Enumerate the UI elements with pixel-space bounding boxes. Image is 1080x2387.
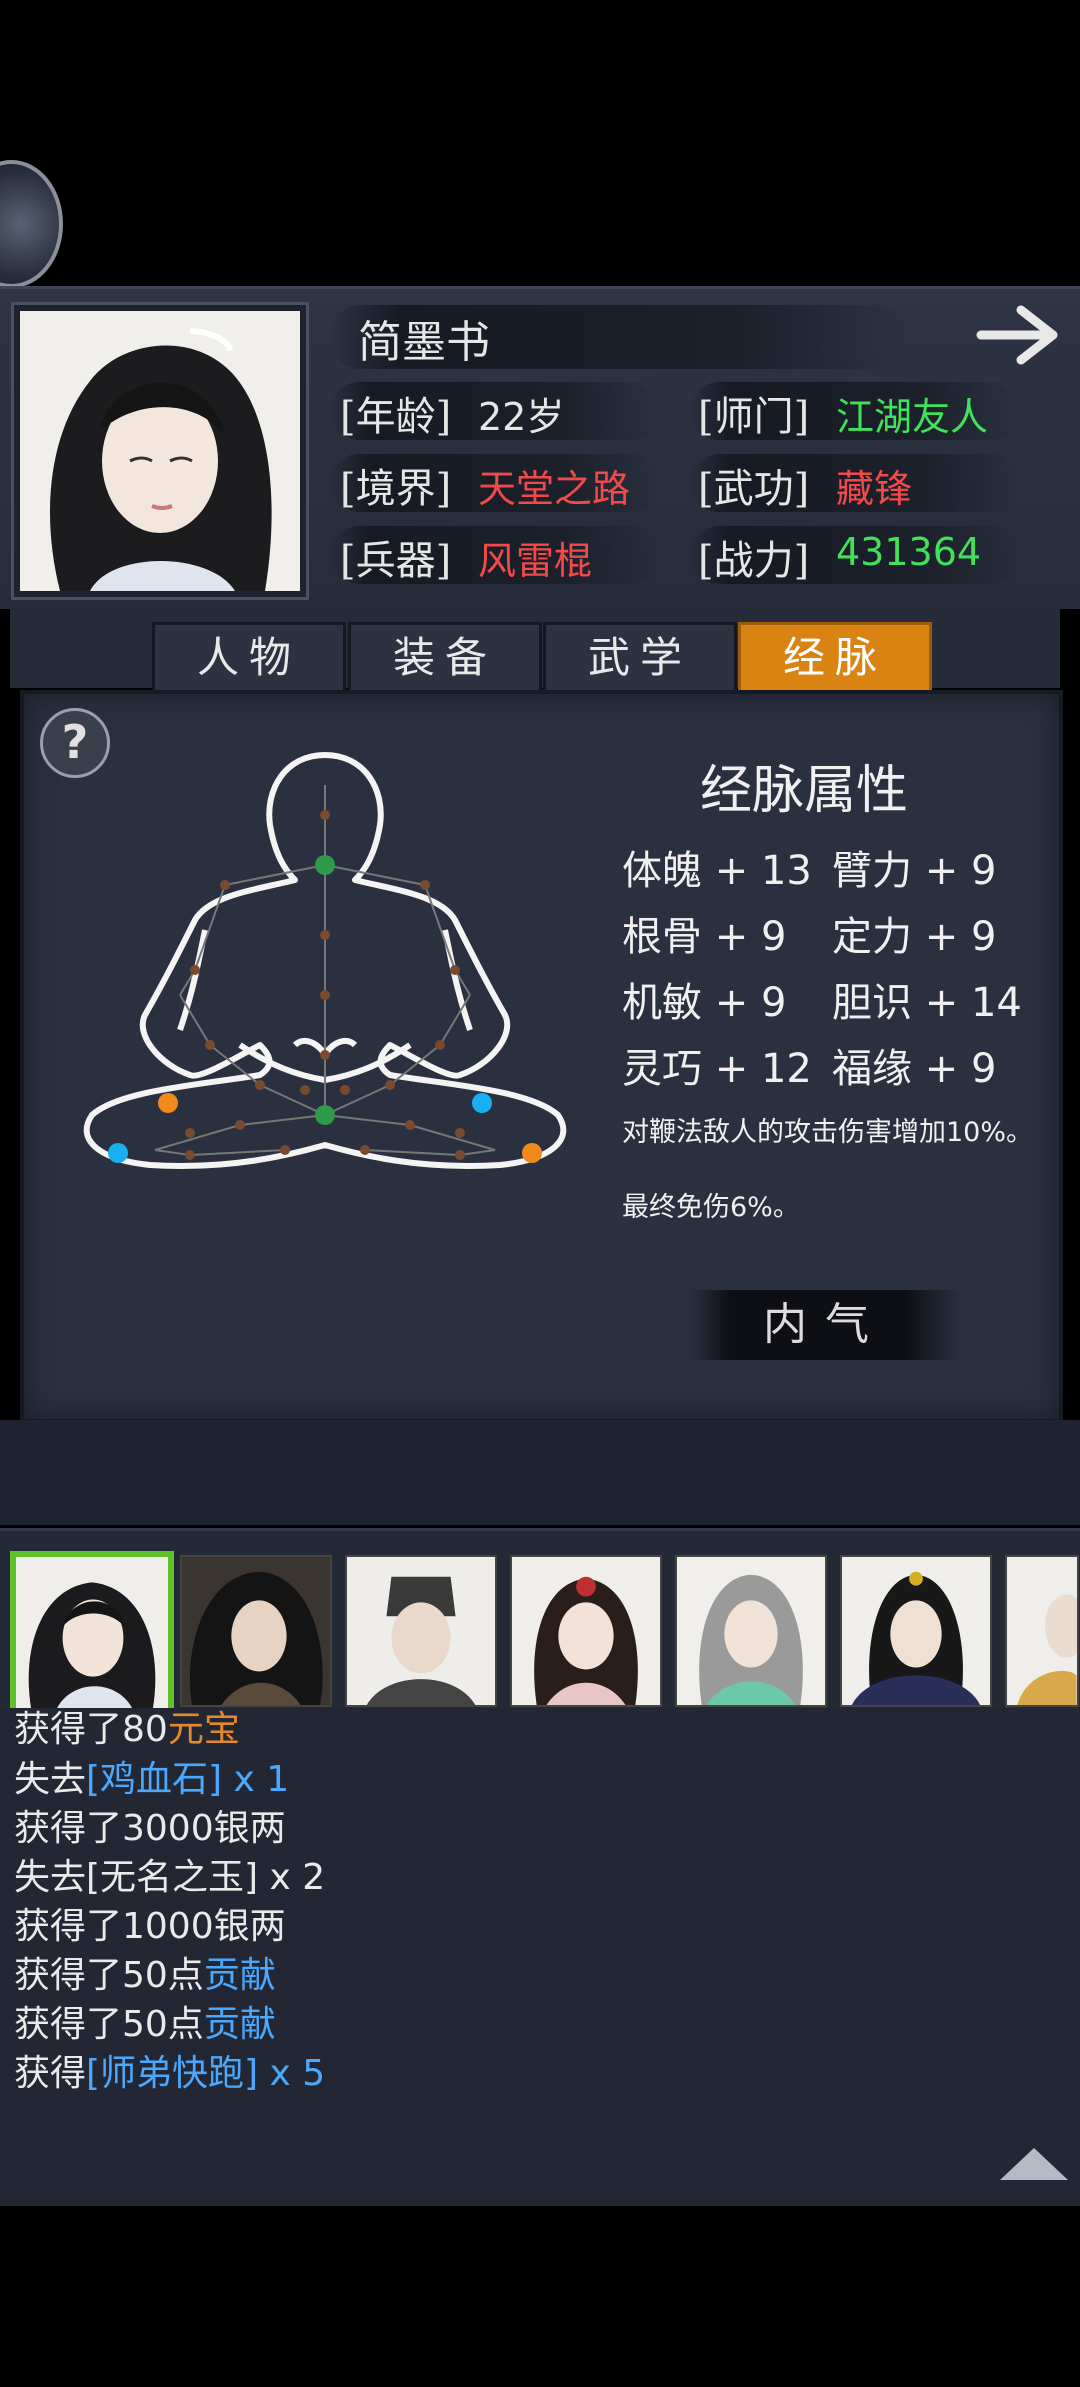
roster-avatar[interactable] xyxy=(675,1555,827,1707)
character-name: 简墨书 xyxy=(358,317,490,368)
roster-avatar[interactable] xyxy=(180,1555,332,1707)
inner-energy-button[interactable]: 内气 xyxy=(690,1290,960,1360)
attr-courage: 胆识 + 14 xyxy=(832,980,1022,1026)
roster-avatar[interactable] xyxy=(345,1555,497,1707)
meridian-attributes-title: 经脉属性 xyxy=(700,761,909,821)
attr-agility: 机敏 + 9 xyxy=(622,980,787,1026)
weapon-value: 风雷棍 xyxy=(478,539,593,583)
attr-fortune: 福缘 + 9 xyxy=(832,1046,997,1092)
tab-martial-arts[interactable]: 武学 xyxy=(543,622,737,694)
tab-character[interactable]: 人物 xyxy=(152,622,346,694)
attr-composure: 定力 + 9 xyxy=(832,914,997,960)
tab-equipment[interactable]: 装备 xyxy=(348,622,542,694)
meridian-figure xyxy=(80,745,580,1355)
log-entry: 获得了3000银两 xyxy=(14,1808,286,1849)
power-label: [战力] xyxy=(698,538,810,584)
log-entry: 获得了50点贡献 xyxy=(14,1955,276,1996)
log-entry: 获得了80元宝 xyxy=(14,1709,240,1750)
roster-avatar[interactable] xyxy=(1005,1555,1079,1707)
school-label: [师门] xyxy=(698,394,810,440)
weapon-label: [兵器] xyxy=(340,538,452,584)
realm-value: 天堂之路 xyxy=(478,467,631,511)
roster-avatar[interactable] xyxy=(510,1555,662,1707)
triangle-up-icon[interactable] xyxy=(1000,2148,1068,2180)
age-value: 22岁 xyxy=(478,395,565,439)
next-character-button[interactable] xyxy=(975,300,1065,370)
attr-strength: 臂力 + 9 xyxy=(832,848,997,894)
school-value: 江湖友人 xyxy=(836,395,989,439)
martial-label: [武功] xyxy=(698,466,810,512)
roster-avatar[interactable] xyxy=(840,1555,992,1707)
log-entry: 获得了50点贡献 xyxy=(14,2004,276,2045)
corner-menu-badge[interactable] xyxy=(0,160,63,288)
roster-avatar-selected[interactable] xyxy=(10,1551,174,1715)
log-entry: 失去[鸡血石] x 1 xyxy=(14,1759,290,1800)
log-entry: 获得[师弟快跑] x 5 xyxy=(14,2053,326,2094)
log-entry: 获得了1000银两 xyxy=(14,1906,286,1947)
tab-meridians[interactable]: 经脉 xyxy=(738,622,932,694)
spacer-band xyxy=(0,1420,1080,1525)
character-portrait xyxy=(14,305,306,597)
realm-label: [境界] xyxy=(340,466,452,512)
age-label: [年龄] xyxy=(340,394,452,440)
attr-physique: 体魄 + 13 xyxy=(622,848,812,894)
martial-value: 藏锋 xyxy=(836,467,913,511)
arrow-right-icon xyxy=(976,305,1058,365)
power-value: 431364 xyxy=(836,530,982,574)
attr-dexterity: 灵巧 + 12 xyxy=(622,1046,812,1092)
attr-bone: 根骨 + 9 xyxy=(622,914,787,960)
log-entry: 失去[无名之玉] x 2 xyxy=(14,1857,326,1898)
meridian-bonus-note: 对鞭法敌人的攻击伤害增加10%。 xyxy=(622,1117,1034,1148)
meridian-bonus-note: 最终免伤6%。 xyxy=(622,1192,800,1223)
